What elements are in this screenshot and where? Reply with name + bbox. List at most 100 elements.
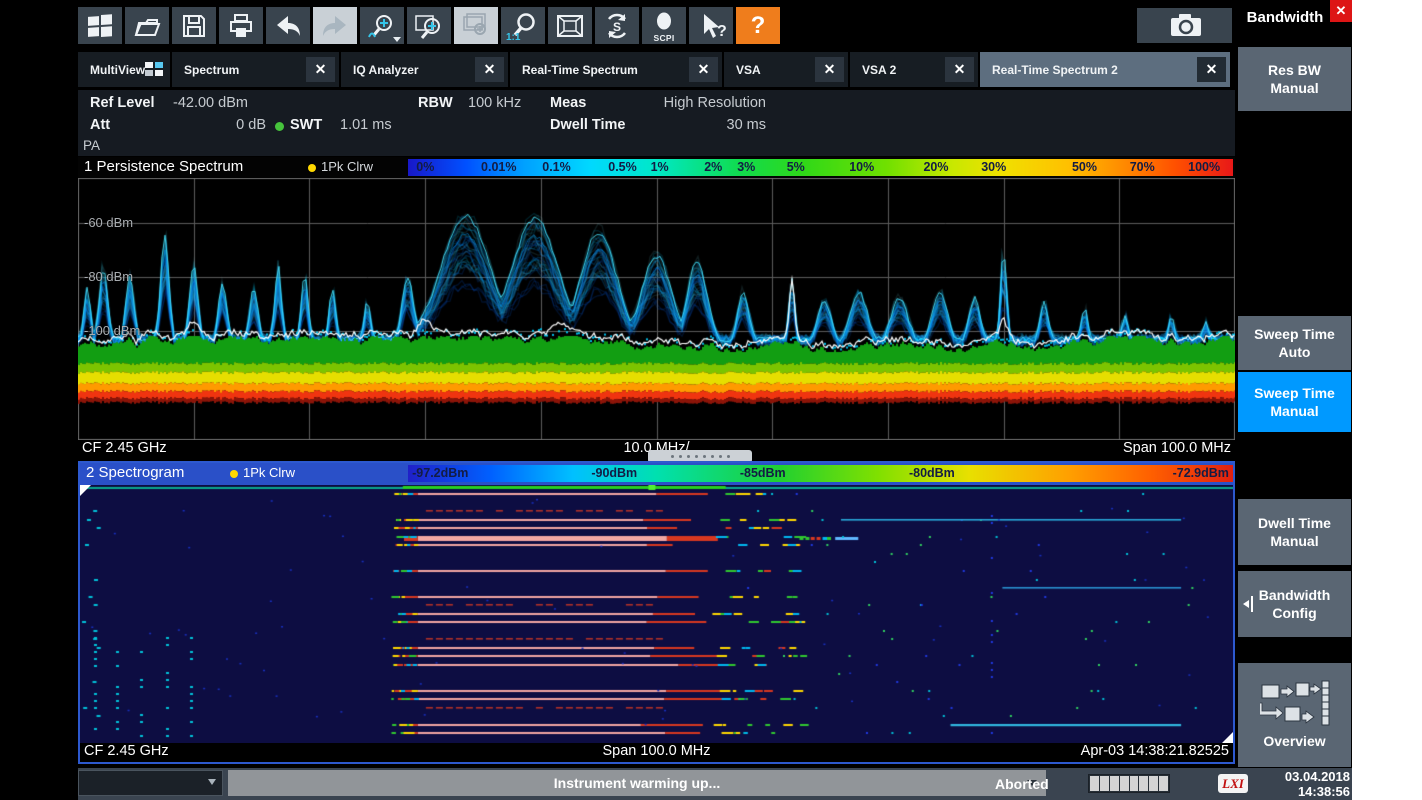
close-softkey-menu-button[interactable]: ✕ [1330, 0, 1352, 22]
scale-tick-label: -85dBm [740, 466, 786, 480]
datetime-display: 03.04.2018 14:38:56 [1250, 769, 1350, 799]
scale-tick-label: -97.2dBm [412, 466, 468, 480]
ref-level-value[interactable]: -42.00 dBm [173, 95, 248, 111]
att-label: Att [90, 117, 110, 133]
frame-icon [555, 12, 585, 40]
scale-tick-label: 0.1% [542, 160, 571, 174]
tab-spectrum[interactable]: Spectrum ✕ [172, 52, 339, 87]
zoom-selection-button[interactable] [407, 7, 451, 44]
scale-tick-label: 10% [849, 160, 874, 174]
dwell-time-value[interactable]: 30 ms [706, 117, 766, 133]
multi-window-zoom-icon [461, 12, 491, 40]
persistence-spectrum-plot[interactable] [78, 178, 1235, 440]
tab-iq-analyzer[interactable]: IQ Analyzer ✕ [341, 52, 508, 87]
lxi-logo: LXI [1218, 774, 1248, 793]
softkey-bandwidth-config[interactable]: Bandwidth Config [1238, 571, 1351, 637]
scale-tick-label: 3% [737, 160, 755, 174]
open-file-button[interactable] [125, 7, 169, 44]
window2-title: 2 Spectrogram [86, 464, 184, 481]
tab-vsa-2[interactable]: VSA 2 ✕ [850, 52, 978, 87]
scpi-recorder-button[interactable]: SCPI [642, 7, 686, 44]
help-question-icon: ? [751, 12, 766, 40]
y-axis-label: -80 dBm [84, 269, 133, 284]
span-value[interactable]: Span 100.0 MHz [80, 743, 1233, 759]
tab-real-time-spectrum-2[interactable]: Real-Time Spectrum 2 ✕ [980, 52, 1230, 87]
softkey-dwell-time-manual[interactable]: Dwell Time Manual [1238, 499, 1351, 565]
window1-title: 1 Persistence Spectrum [84, 158, 243, 175]
trace-dot-icon [230, 470, 238, 478]
undo-button[interactable] [266, 7, 310, 44]
camera-icon [1163, 13, 1207, 39]
softkey-res-bw-manual[interactable]: Res BW Manual [1238, 47, 1351, 111]
analyzer-screen: 1:1 S SCPI [0, 0, 1422, 800]
meas-value[interactable]: High Resolution [651, 95, 766, 111]
spectrogram-plot[interactable] [80, 485, 1233, 743]
window-spectrogram[interactable]: 2 Spectrogram 1Pk Clrw -97.2dBm-90dBm-85… [78, 461, 1235, 764]
screenshot-button[interactable] [1137, 8, 1232, 43]
cursor-help-icon: ? [695, 12, 727, 40]
window1-titlebar[interactable]: 1 Persistence Spectrum 1Pk Clrw 0%0.01%0… [78, 157, 1235, 178]
scale-tick-label: 1% [651, 160, 669, 174]
scale-tick-label: 5% [787, 160, 805, 174]
app-area: 1:1 S SCPI [0, 0, 1352, 800]
close-icon[interactable]: ✕ [306, 57, 335, 82]
window1-y-axis-labels: -60 dBm-80 dBm-100 dBm [78, 178, 198, 440]
tab-label: MultiView [90, 63, 145, 77]
dwell-time-label: Dwell Time [550, 117, 625, 133]
close-icon[interactable]: ✕ [689, 57, 718, 82]
close-icon[interactable]: ✕ [1197, 57, 1226, 82]
multi-window-zoom-button[interactable] [454, 7, 498, 44]
tab-label: VSA 2 [862, 63, 896, 77]
zoom-1-1-button[interactable]: 1:1 [501, 7, 545, 44]
rbw-value[interactable]: 100 kHz [468, 95, 521, 111]
pa-indicator: PA [83, 138, 100, 153]
display-frame-button[interactable] [548, 7, 592, 44]
help-button[interactable]: ? [736, 7, 780, 44]
scale-tick-label: 0% [416, 160, 434, 174]
sync-settings-button[interactable]: S [595, 7, 639, 44]
svg-text:?: ? [717, 23, 727, 40]
close-icon[interactable]: ✕ [945, 57, 974, 82]
zoom-graph-button[interactable] [360, 7, 404, 44]
multiview-grid-icon [145, 62, 163, 77]
span-value[interactable]: Span 100.0 MHz [1123, 440, 1231, 456]
focus-corner-icon [80, 485, 91, 496]
status-message: Instrument warming up... [554, 775, 720, 791]
print-button[interactable] [219, 7, 263, 44]
scale-tick-label: 2% [704, 160, 722, 174]
redo-arrow-icon [321, 14, 349, 38]
scale-tick-label: 0.5% [608, 160, 637, 174]
tab-real-time-spectrum[interactable]: Real-Time Spectrum ✕ [510, 52, 722, 87]
att-value[interactable]: 0 dB [208, 117, 266, 133]
softkey-sweep-time-manual[interactable]: Sweep Time Manual [1238, 372, 1351, 432]
scale-tick-label: 20% [923, 160, 948, 174]
save-button[interactable] [172, 7, 216, 44]
scale-tick-label: 70% [1130, 160, 1155, 174]
window-persistence-spectrum[interactable]: 1 Persistence Spectrum 1Pk Clrw 0%0.01%0… [78, 157, 1235, 459]
channel-settings-bar[interactable]: Ref Level -42.00 dBm RBW 100 kHz Meas Hi… [78, 90, 1235, 156]
message-history-dropdown[interactable] [78, 770, 223, 796]
scale-tick-label: -72.9dBm [1173, 466, 1229, 480]
sweep-state-label: Aborted [995, 768, 1049, 800]
close-icon[interactable]: ✕ [475, 57, 504, 82]
tab-multiview[interactable]: MultiView [78, 52, 170, 87]
softkey-overview[interactable]: Overview [1238, 663, 1351, 767]
timestamp-value: Apr-03 14:38:21.82525 [1081, 743, 1229, 759]
overview-flow-icon [1260, 679, 1330, 727]
tab-label: Spectrum [184, 63, 239, 77]
window2-titlebar[interactable]: 2 Spectrogram 1Pk Clrw -97.2dBm-90dBm-85… [80, 463, 1233, 485]
close-icon[interactable]: ✕ [815, 57, 844, 82]
dialog-arrow-icon [1243, 596, 1253, 612]
redo-button[interactable] [313, 7, 357, 44]
scale-tick-label: 0.01% [481, 160, 516, 174]
softkey-sweep-time-auto[interactable]: Sweep Time Auto [1238, 316, 1351, 370]
windows-start-button[interactable] [78, 7, 122, 44]
scale-tick-label: -80dBm [909, 466, 955, 480]
tab-vsa[interactable]: VSA ✕ [724, 52, 848, 87]
status-message-bar[interactable]: Instrument warming up... [228, 770, 1046, 796]
focus-corner-icon [1222, 732, 1233, 743]
scale-tick-label: 100% [1188, 160, 1220, 174]
undo-arrow-icon [274, 14, 302, 38]
context-help-button[interactable]: ? [689, 7, 733, 44]
swt-value[interactable]: 1.01 ms [340, 117, 392, 133]
